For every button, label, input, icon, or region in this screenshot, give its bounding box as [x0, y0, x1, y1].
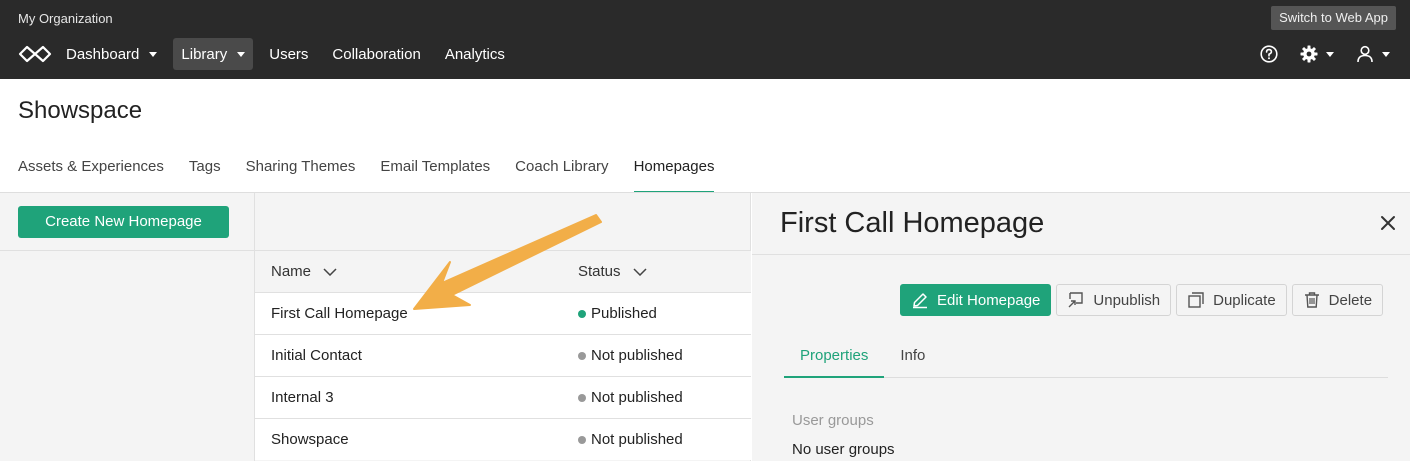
table-body: First Call Homepage Published Initial Co… [255, 292, 751, 460]
chevron-down-icon [633, 268, 647, 276]
table-row[interactable]: Showspace Not published [255, 418, 751, 460]
duplicate-icon [1188, 292, 1204, 308]
nav-analytics-label: Analytics [444, 45, 505, 63]
help-button[interactable] [1260, 45, 1278, 63]
edit-homepage-label: Edit Homepage [937, 291, 1041, 309]
section-tabs: Assets & Experiences Tags Sharing Themes… [18, 150, 739, 193]
nav-dashboard-label: Dashboard [66, 45, 140, 63]
user-groups-label: User groups [792, 412, 874, 429]
chevron-down-icon [1382, 51, 1390, 57]
create-new-homepage-button[interactable]: Create New Homepage [18, 206, 229, 238]
page-title: Showspace [18, 97, 143, 124]
homepage-list: Name Status First Call Homepage Publishe… [255, 193, 751, 461]
column-status-label: Status [578, 263, 621, 280]
unpublished-dot-icon [578, 352, 586, 360]
user-icon [1357, 45, 1373, 63]
sort-by-status[interactable]: Status [578, 251, 647, 293]
tab-info[interactable]: Info [884, 335, 941, 378]
nav-users[interactable]: Users [261, 38, 316, 70]
divider [0, 250, 255, 251]
edit-homepage-button[interactable]: Edit Homepage [900, 284, 1052, 316]
switch-to-web-app-button[interactable]: Switch to Web App [1271, 6, 1396, 30]
row-name: Initial Contact [271, 347, 362, 364]
nav-dashboard[interactable]: Dashboard [58, 38, 165, 70]
top-right-icons [1238, 42, 1390, 66]
row-name: Internal 3 [271, 389, 334, 406]
tab-email-templates[interactable]: Email Templates [380, 150, 490, 193]
tab-properties[interactable]: Properties [784, 335, 885, 378]
status-badge: Not published [578, 335, 683, 377]
help-icon [1260, 45, 1278, 63]
unpublish-button[interactable]: Unpublish [1056, 284, 1172, 316]
tab-coach-library[interactable]: Coach Library [515, 150, 608, 193]
column-name-label: Name [271, 263, 312, 280]
detail-panel: First Call Homepage Edit Homepage Unpubl… [752, 193, 1410, 461]
nav-library[interactable]: Library [173, 38, 254, 70]
row-status: Published [591, 305, 657, 322]
detail-title: First Call Homepage [780, 207, 1045, 239]
table-row[interactable]: Internal 3 Not published [255, 376, 751, 418]
left-panel: Create New Homepage [0, 193, 255, 461]
row-status: Not published [591, 347, 683, 364]
gear-icon [1300, 45, 1318, 63]
status-badge: Published [578, 293, 657, 335]
main-nav: Dashboard Library Users Collaboration An… [58, 38, 521, 70]
status-badge: Not published [578, 377, 683, 419]
nav-users-label: Users [269, 45, 309, 63]
top-bar: My Organization Switch to Web App Dashbo… [0, 0, 1410, 79]
table-row[interactable]: First Call Homepage Published [255, 292, 751, 334]
unpublished-dot-icon [578, 394, 586, 402]
detail-actions: Edit Homepage Unpublish Duplicate Delete [900, 284, 1388, 316]
tab-assets-experiences[interactable]: Assets & Experiences [18, 150, 164, 193]
published-dot-icon [578, 310, 586, 318]
chevron-down-icon [323, 268, 337, 276]
delete-label: Delete [1328, 291, 1373, 309]
nav-collaboration-label: Collaboration [332, 45, 421, 63]
unpublish-label: Unpublish [1093, 291, 1161, 309]
chevron-down-icon [149, 51, 158, 57]
chevron-down-icon [237, 51, 246, 57]
unpublished-dot-icon [578, 436, 586, 444]
nav-library-label: Library [181, 45, 228, 63]
pencil-icon [913, 293, 927, 309]
tab-tags[interactable]: Tags [189, 150, 221, 193]
sort-by-name[interactable]: Name [271, 251, 337, 293]
status-badge: Not published [578, 419, 683, 461]
table-header: Name Status [255, 250, 751, 292]
row-name: First Call Homepage [271, 305, 408, 322]
nav-analytics[interactable]: Analytics [437, 38, 513, 70]
tab-sharing-themes[interactable]: Sharing Themes [246, 150, 356, 193]
row-status: Not published [591, 431, 683, 448]
delete-button[interactable]: Delete [1291, 284, 1384, 316]
trash-icon [1304, 292, 1319, 308]
settings-menu[interactable] [1300, 45, 1334, 63]
table-row[interactable]: Initial Contact Not published [255, 334, 751, 376]
tab-homepages[interactable]: Homepages [633, 150, 715, 193]
duplicate-label: Duplicate [1213, 291, 1276, 309]
organization-name: My Organization [18, 11, 113, 26]
duplicate-button[interactable]: Duplicate [1176, 284, 1287, 316]
row-status: Not published [591, 389, 683, 406]
unpublish-icon [1068, 292, 1084, 308]
user-groups-value: No user groups [792, 441, 895, 458]
chevron-down-icon [1326, 51, 1334, 57]
logo-icon[interactable] [18, 44, 52, 64]
detail-tabs: Properties Info [784, 335, 1388, 378]
divider [752, 254, 1410, 255]
user-menu[interactable] [1356, 45, 1390, 63]
row-name: Showspace [271, 431, 349, 448]
nav-collaboration[interactable]: Collaboration [324, 38, 428, 70]
close-icon[interactable] [1380, 215, 1396, 231]
